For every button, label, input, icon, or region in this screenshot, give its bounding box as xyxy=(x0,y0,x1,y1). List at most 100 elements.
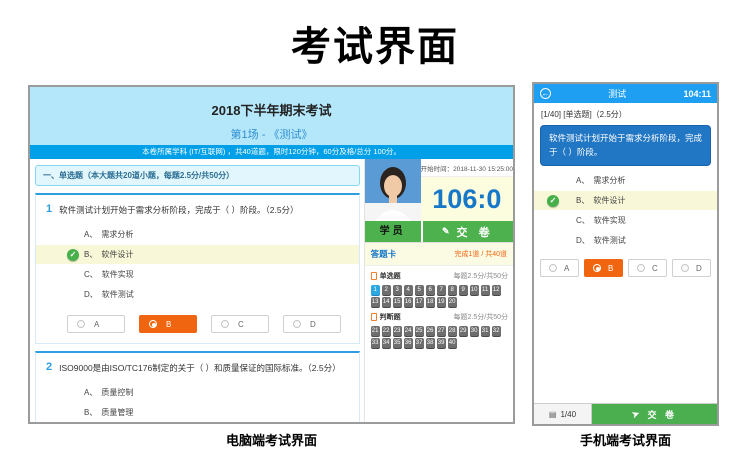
question-nav-button[interactable]: ▤ 1/40 xyxy=(534,404,592,424)
mobile-spacer xyxy=(534,277,717,403)
answer-button-d[interactable]: D xyxy=(283,315,341,333)
option-row[interactable]: A、质量控制 xyxy=(36,383,359,402)
question-cell-40[interactable]: 40 xyxy=(448,338,457,348)
option-row[interactable]: ✓B、软件设计 xyxy=(534,191,717,210)
number-grid: 1234567891011121314151617181920 xyxy=(371,285,503,307)
option-label: C、 xyxy=(576,216,590,225)
question-cell-10[interactable]: 10 xyxy=(470,285,479,295)
question-cell-13[interactable]: 13 xyxy=(371,297,380,307)
question-cell-8[interactable]: 8 xyxy=(448,285,457,295)
radio-icon xyxy=(637,264,645,272)
question-cell-24[interactable]: 24 xyxy=(404,326,413,336)
question-cell-11[interactable]: 11 xyxy=(481,285,490,295)
answer-button-a[interactable]: A xyxy=(540,259,579,277)
answer-letter: A xyxy=(94,320,99,329)
option-row[interactable]: B、质量管理 xyxy=(36,403,359,422)
question-cell-28[interactable]: 28 xyxy=(448,326,457,336)
option-label: C、 xyxy=(84,270,98,279)
question-cell-39[interactable]: 39 xyxy=(437,338,446,348)
back-icon[interactable]: ← xyxy=(540,88,551,99)
answer-letter: D xyxy=(696,264,702,273)
question-cell-30[interactable]: 30 xyxy=(470,326,479,336)
question-cell-14[interactable]: 14 xyxy=(382,297,391,307)
question-cell-17[interactable]: 17 xyxy=(415,297,424,307)
question-cell-7[interactable]: 7 xyxy=(437,285,446,295)
option-text: 软件测试 xyxy=(594,236,626,245)
submit-exam-button[interactable]: ✎ 交 卷 xyxy=(423,221,513,242)
question-cell-21[interactable]: 21 xyxy=(371,326,380,336)
mobile-submit-label: 交 卷 xyxy=(648,408,678,421)
question-cell-29[interactable]: 29 xyxy=(459,326,468,336)
radio-icon xyxy=(293,320,301,328)
question-cell-35[interactable]: 35 xyxy=(393,338,402,348)
option-row[interactable]: A、需求分析 xyxy=(36,225,359,244)
page-icon xyxy=(371,272,377,280)
radio-dot xyxy=(152,323,156,327)
page-icon xyxy=(371,313,377,321)
question-cell-31[interactable]: 31 xyxy=(481,326,490,336)
question-cell-6[interactable]: 6 xyxy=(426,285,435,295)
question-cell-3[interactable]: 3 xyxy=(393,285,402,295)
mobile-answer-buttons: AB C D xyxy=(534,251,717,277)
mobile-options: A、需求分析✓B、软件设计C、软件实现D、软件测试 xyxy=(534,170,717,251)
radio-icon xyxy=(221,320,229,328)
question-cell-4[interactable]: 4 xyxy=(404,285,413,295)
student-photo-image xyxy=(365,159,421,221)
option-row[interactable]: A、需求分析 xyxy=(534,171,717,190)
question-cell-12[interactable]: 12 xyxy=(492,285,501,295)
mobile-countdown-timer: 104:11 xyxy=(683,89,711,99)
question-cell-26[interactable]: 26 xyxy=(426,326,435,336)
question-cell-15[interactable]: 15 xyxy=(393,297,402,307)
question-cell-22[interactable]: 22 xyxy=(382,326,391,336)
answer-button-b[interactable]: B xyxy=(584,259,623,277)
answer-letter: C xyxy=(652,264,658,273)
answer-button-d[interactable]: D xyxy=(672,259,711,277)
mobile-header-title: 测试 xyxy=(551,87,683,100)
option-label: B、 xyxy=(84,408,97,417)
question-cell-25[interactable]: 25 xyxy=(415,326,424,336)
question-cell-20[interactable]: 20 xyxy=(448,297,457,307)
option-row[interactable]: ✓B、软件设计 xyxy=(36,245,359,264)
answer-button-a[interactable]: A xyxy=(67,315,125,333)
question-cell-36[interactable]: 36 xyxy=(404,338,413,348)
option-row[interactable]: D、软件测试 xyxy=(36,285,359,304)
question-cell-5[interactable]: 5 xyxy=(415,285,424,295)
question-block: 2ISO9000是由ISO/TC176制定的关于（ ）和质量保证的国际标准。（2… xyxy=(35,351,360,422)
answer-button-c[interactable]: C xyxy=(211,315,269,333)
question-cell-23[interactable]: 23 xyxy=(393,326,402,336)
answer-card-progress: 完成1道 / 共40道 xyxy=(454,249,507,259)
question-cell-2[interactable]: 2 xyxy=(382,285,391,295)
question-cell-1[interactable]: 1 xyxy=(371,285,380,295)
question-cell-32[interactable]: 32 xyxy=(492,326,501,336)
question-block: 1软件测试计划开始于需求分析阶段，完成于（ ）阶段。（2.5分）A、需求分析✓B… xyxy=(35,193,360,344)
mobile-submit-button[interactable]: ➤ 交 卷 xyxy=(592,404,717,424)
pencil-icon: ✎ xyxy=(442,226,450,237)
question-cell-34[interactable]: 34 xyxy=(382,338,391,348)
answer-card-title: 答题卡 xyxy=(371,248,397,260)
option-text: 软件测试 xyxy=(102,290,134,299)
question-cell-19[interactable]: 19 xyxy=(437,297,446,307)
question-cell-33[interactable]: 33 xyxy=(371,338,380,348)
question-cell-18[interactable]: 18 xyxy=(426,297,435,307)
question-cell-38[interactable]: 38 xyxy=(426,338,435,348)
radio-icon xyxy=(149,320,157,328)
option-row[interactable]: C、软件实现 xyxy=(36,265,359,284)
question-cell-16[interactable]: 16 xyxy=(404,297,413,307)
question-cell-27[interactable]: 27 xyxy=(437,326,446,336)
question-options: A、质量控制B、质量管理C、质量策划D、质量改进 xyxy=(36,383,359,422)
question-cell-9[interactable]: 9 xyxy=(459,285,468,295)
answer-card-header: 答题卡 完成1道 / 共40道 xyxy=(365,243,513,266)
role-badge: 学员 xyxy=(365,221,421,242)
question-text: 软件测试计划开始于需求分析阶段，完成于（ ）阶段。（2.5分） xyxy=(59,204,298,216)
option-row[interactable]: C、软件实现 xyxy=(534,211,717,230)
option-row[interactable]: D、软件测试 xyxy=(534,231,717,250)
answer-button-c[interactable]: C xyxy=(628,259,667,277)
answer-letter: B xyxy=(166,320,171,329)
answer-button-b[interactable]: B xyxy=(139,315,197,333)
option-text: 需求分析 xyxy=(593,176,625,185)
option-text: 质量控制 xyxy=(101,388,133,397)
question-cell-37[interactable]: 37 xyxy=(415,338,424,348)
option-text: 质量管理 xyxy=(101,408,133,417)
question-answer-buttons: A B CD xyxy=(36,315,359,333)
option-label: A、 xyxy=(576,176,589,185)
